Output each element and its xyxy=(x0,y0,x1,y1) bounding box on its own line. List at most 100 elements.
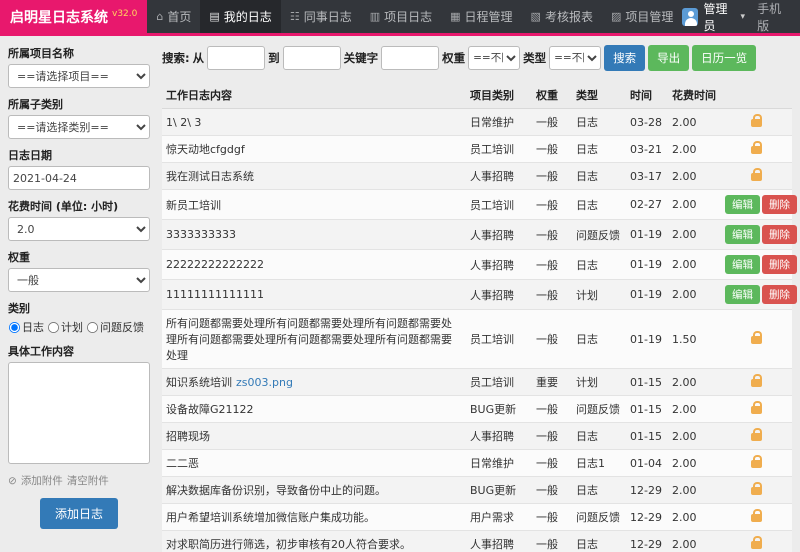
table-row: 设备故障G21122 BUG更新 一般 问题反馈 01-15 2.00 xyxy=(162,396,792,423)
log-type-cell: 问题反馈 xyxy=(572,396,626,423)
log-category-cell: 日常维护 xyxy=(466,450,532,477)
log-content-cell: 设备故障G21122 xyxy=(162,396,466,423)
search-button[interactable]: 搜索 xyxy=(604,45,645,71)
delete-button[interactable]: 删除 xyxy=(762,195,797,214)
attachment-link[interactable]: zs003.png xyxy=(236,376,293,389)
header-weight: 权重 xyxy=(532,82,572,109)
subcategory-label: 所属子类别 xyxy=(8,96,150,112)
project-select[interactable]: ==请选择项目== xyxy=(8,64,150,88)
log-category-cell: BUG更新 xyxy=(466,477,532,504)
category-radio-plan[interactable] xyxy=(48,321,59,332)
category-radio-feedback[interactable] xyxy=(87,321,98,332)
log-table: 工作日志内容 项目类别 权重 类型 时间 花费时间 1\ 2\ 3 日常维护 一… xyxy=(162,82,792,552)
log-cost-cell: 2.00 xyxy=(668,280,720,310)
user-menu[interactable]: 管理员 ▾ xyxy=(682,0,745,34)
table-row: 所有问题都需要处理所有问题都需要处理所有问题都需要处理所有问题都需要处理所有问题… xyxy=(162,310,792,369)
clear-attachment-link[interactable]: 清空附件 xyxy=(67,473,109,488)
mobile-version-link[interactable]: 手机版 xyxy=(757,0,790,34)
search-weight-select[interactable]: ==不限== xyxy=(468,46,520,70)
log-type-cell: 日志 xyxy=(572,250,626,280)
log-content-cell: 新员工培训 xyxy=(162,190,466,220)
lock-icon xyxy=(751,379,762,387)
nav-item-home[interactable]: ⌂首页 xyxy=(147,0,200,33)
table-row: 用户希望培训系统增加微信账户集成功能。 用户需求 一般 问题反馈 12-29 2… xyxy=(162,504,792,531)
attachment-row: ⊘ 添加附件 清空附件 xyxy=(8,473,150,488)
report-icon: ▧ xyxy=(531,10,541,23)
date-to-input[interactable] xyxy=(283,46,341,70)
nav-item-label: 我的日志 xyxy=(224,8,272,25)
log-content-cell: 二二恶 xyxy=(162,450,466,477)
table-row: 3333333333 人事招聘 一般 问题反馈 01-19 2.00 编辑删除 xyxy=(162,220,792,250)
header-type: 类型 xyxy=(572,82,626,109)
search-weight-label: 权重 xyxy=(442,50,465,66)
category-option-log[interactable]: 日志 xyxy=(8,319,44,335)
search-label: 搜索: xyxy=(162,50,190,66)
calendar-view-button[interactable]: 日历一览 xyxy=(692,45,756,71)
category-option-feedback[interactable]: 问题反馈 xyxy=(86,319,144,335)
log-actions-cell xyxy=(720,396,792,423)
log-content-cell: 我在测试日志系统 xyxy=(162,163,466,190)
work-content-textarea[interactable] xyxy=(8,362,150,464)
log-date-input[interactable] xyxy=(8,166,150,190)
weight-select[interactable]: 一般 xyxy=(8,268,150,292)
delete-button[interactable]: 删除 xyxy=(762,285,797,304)
delete-button[interactable]: 删除 xyxy=(762,225,797,244)
log-category-cell: 人事招聘 xyxy=(466,280,532,310)
log-category-cell: 人事招聘 xyxy=(466,250,532,280)
add-log-form: 所属项目名称 ==请选择项目== 所属子类别 ==请选择类别== 日志日期 花费… xyxy=(8,45,150,540)
log-type-cell: 日志 xyxy=(572,163,626,190)
log-date-cell: 12-29 xyxy=(626,477,668,504)
log-date-cell: 01-19 xyxy=(626,250,668,280)
project-mgmt-icon: ▨ xyxy=(611,10,621,23)
lock-icon xyxy=(751,119,762,127)
from-label: 从 xyxy=(193,50,205,66)
cost-select[interactable]: 2.0 xyxy=(8,217,150,241)
log-cost-cell: 2.00 xyxy=(668,531,720,552)
cost-label: 花费时间 (单位: 小时) xyxy=(8,198,150,214)
log-cost-cell: 2.00 xyxy=(668,163,720,190)
log-content-cell: 11111111111111 xyxy=(162,280,466,310)
add-log-button[interactable]: 添加日志 xyxy=(40,498,118,529)
delete-button[interactable]: 删除 xyxy=(762,255,797,274)
nav-item-label: 项目管理 xyxy=(625,8,673,25)
add-attachment-link[interactable]: 添加附件 xyxy=(21,473,63,488)
category-option-plan[interactable]: 计划 xyxy=(47,319,83,335)
nav-item-colleague-logs[interactable]: ☷同事日志 xyxy=(281,0,361,33)
log-content-cell: 对求职简历进行筛选，初步审核有20人符合要求。 xyxy=(162,531,466,552)
table-row: 22222222222222 人事招聘 一般 日志 01-19 2.00 编辑删… xyxy=(162,250,792,280)
search-type-label: 类型 xyxy=(523,50,546,66)
search-type-select[interactable]: ==不限== xyxy=(549,46,601,70)
avatar xyxy=(682,8,698,26)
table-row: 新员工培训 员工培训 一般 日志 02-27 2.00 编辑删除 xyxy=(162,190,792,220)
nav-item-project-logs[interactable]: ▥项目日志 xyxy=(361,0,441,33)
log-cost-cell: 1.50 xyxy=(668,310,720,369)
log-type-cell: 日志 xyxy=(572,190,626,220)
lock-icon xyxy=(751,514,762,522)
export-button[interactable]: 导出 xyxy=(648,45,689,71)
log-type-cell: 日志 xyxy=(572,531,626,552)
navbar-right: 管理员 ▾ 手机版 xyxy=(682,0,800,33)
header-category: 项目类别 xyxy=(466,82,532,109)
log-weight-cell: 一般 xyxy=(532,310,572,369)
edit-button[interactable]: 编辑 xyxy=(725,255,760,274)
edit-button[interactable]: 编辑 xyxy=(725,225,760,244)
subcategory-select[interactable]: ==请选择类别== xyxy=(8,115,150,139)
header-date: 时间 xyxy=(626,82,668,109)
log-content-cell: 惊天动地cfgdgf xyxy=(162,136,466,163)
log-actions-cell xyxy=(720,477,792,504)
project-log-icon: ▥ xyxy=(370,10,380,23)
nav-item-schedule[interactable]: ▦日程管理 xyxy=(441,0,521,33)
keyword-input[interactable] xyxy=(381,46,439,70)
edit-button[interactable]: 编辑 xyxy=(725,195,760,214)
search-bar: 搜索: 从 到 关键字 权重 ==不限== 类型 ==不限== 搜索 导出 日历… xyxy=(162,45,792,71)
nav-item-reports[interactable]: ▧考核报表 xyxy=(522,0,602,33)
log-weight-cell: 一般 xyxy=(532,450,572,477)
log-type-cell: 日志 xyxy=(572,477,626,504)
log-date-cell: 01-04 xyxy=(626,450,668,477)
log-content-cell: 知识系统培训zs003.png xyxy=(162,369,466,396)
nav-item-my-logs[interactable]: ▤我的日志 xyxy=(200,0,280,33)
category-radio-log[interactable] xyxy=(9,321,20,332)
nav-item-project-mgmt[interactable]: ▨ 项目管理 xyxy=(602,0,682,33)
edit-button[interactable]: 编辑 xyxy=(725,285,760,304)
date-from-input[interactable] xyxy=(207,46,265,70)
